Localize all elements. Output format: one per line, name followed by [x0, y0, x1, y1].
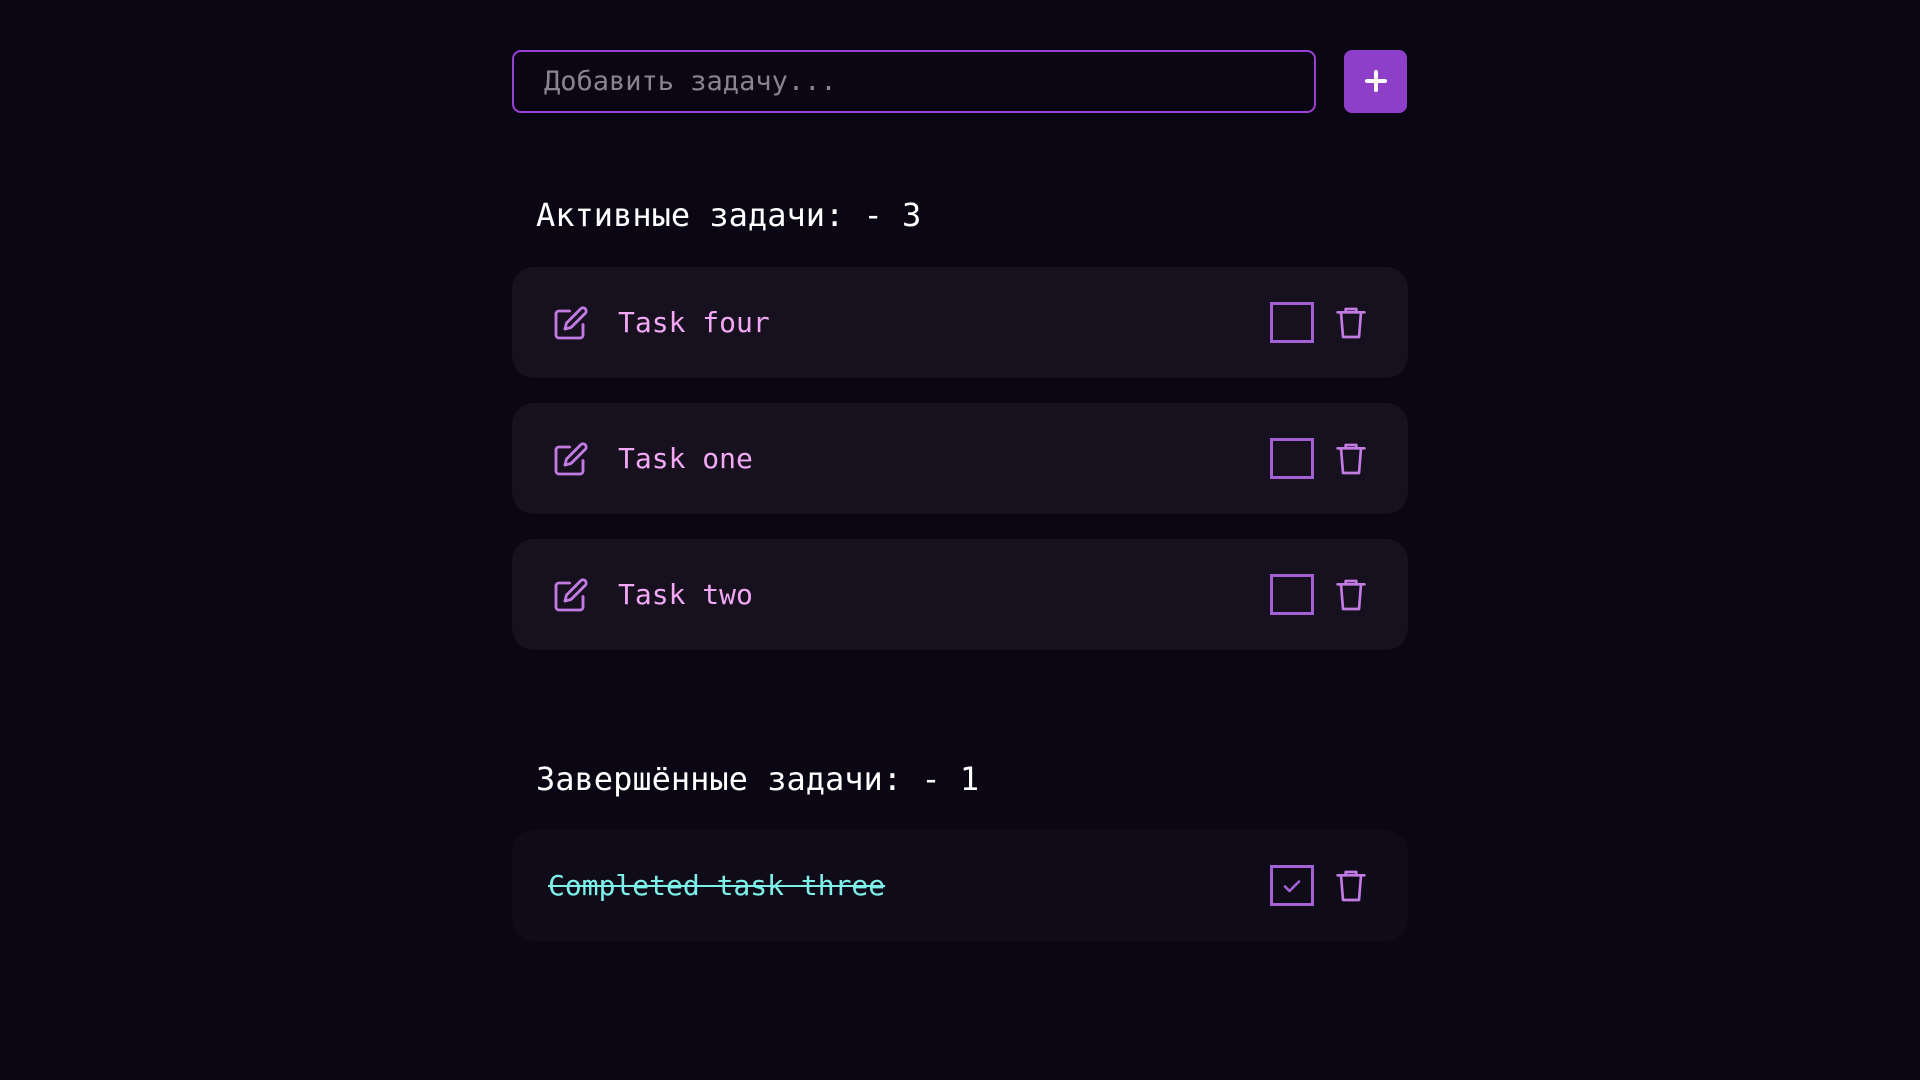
active-task-list: Task four Task one Task two: [512, 267, 1408, 650]
edit-icon[interactable]: [552, 304, 590, 342]
checkbox-empty-icon[interactable]: [1270, 574, 1314, 615]
todo-app: Активные задачи: - 3 Task four: [512, 49, 1408, 966]
active-tasks-heading: Активные задачи: - 3: [536, 196, 922, 234]
edit-icon[interactable]: [552, 576, 590, 614]
checkbox-checked-icon[interactable]: [1270, 865, 1314, 906]
plus-icon: [1364, 70, 1387, 92]
add-task-row: [512, 49, 1408, 113]
task-label: Completed task three: [548, 869, 886, 902]
completed-task-list: Completed task three: [512, 830, 1408, 941]
completed-tasks-heading: Завершённые задачи: - 1: [536, 760, 980, 798]
add-task-button[interactable]: [1344, 49, 1407, 113]
task-label: Task four: [618, 306, 770, 339]
task-item: Task one: [512, 403, 1408, 514]
trash-icon[interactable]: [1332, 575, 1370, 615]
task-item: Task four: [512, 267, 1408, 378]
checkbox-empty-icon[interactable]: [1270, 302, 1314, 343]
add-task-input[interactable]: [512, 49, 1316, 113]
trash-icon[interactable]: [1332, 303, 1370, 343]
edit-icon[interactable]: [552, 440, 590, 478]
task-label: Task one: [618, 442, 753, 475]
completed-task-item: Completed task three: [512, 830, 1408, 941]
checkbox-empty-icon[interactable]: [1270, 438, 1314, 479]
trash-icon[interactable]: [1332, 866, 1370, 906]
task-item: Task two: [512, 539, 1408, 650]
trash-icon[interactable]: [1332, 439, 1370, 479]
task-label: Task two: [618, 578, 753, 611]
